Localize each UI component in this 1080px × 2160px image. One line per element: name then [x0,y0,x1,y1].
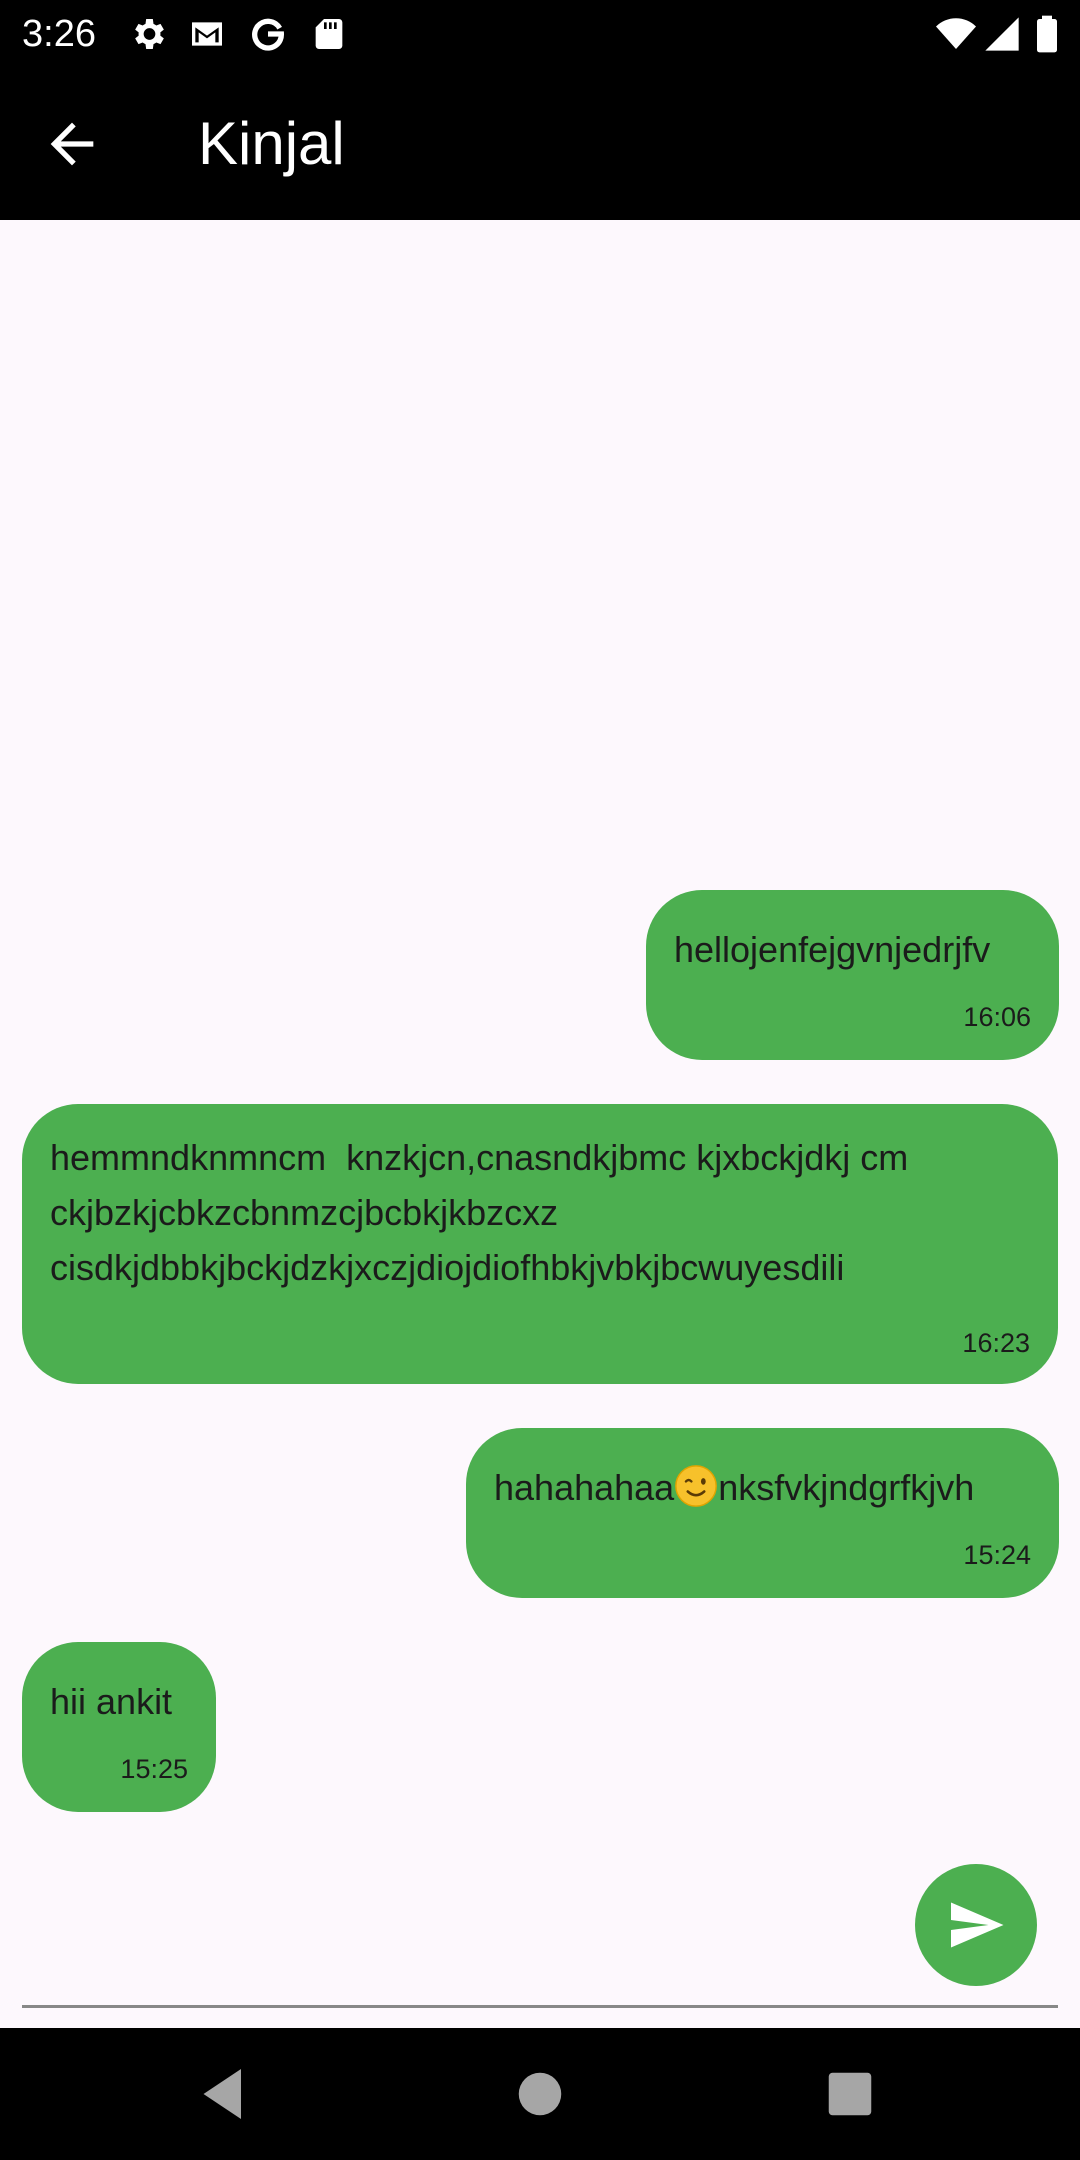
status-time: 3:26 [22,13,96,55]
back-triangle-icon[interactable] [196,2064,256,2124]
system-nav-bar [0,2028,1080,2160]
message-bubble-incoming[interactable]: hii ankit 15:25 [22,1642,216,1812]
recents-square-icon[interactable] [820,2064,880,2124]
message-time: 15:24 [963,1540,1031,1570]
battery-icon [1037,15,1057,53]
contact-name: Kinjal [198,110,345,177]
message-time: 16:06 [963,1002,1031,1032]
send-button[interactable] [915,1864,1037,1986]
message-bubble-outgoing[interactable]: hellojenfejgvnjedrjfv 16:06 [646,890,1059,1060]
message-list[interactable]: hellojenfejgvnjedrjfv 16:06 hemmndknmncm… [0,220,1080,2028]
send-icon [951,1902,1004,1948]
google-icon [252,18,285,51]
gmail-icon [192,22,222,46]
message-line: hemmndknmncm knzkjcn,cnasndkjbmc kjxbckj… [50,1137,909,1178]
sd-card-icon [315,19,343,49]
home-circle-icon[interactable] [510,2064,570,2124]
message-line: ckjbzkjcbkzcbnmzcjbcbkjkbzcxz [50,1192,559,1233]
message-text-after: nksfvkjndgrfkjvh [718,1467,975,1508]
message-text-before: hahahahaa [494,1467,675,1508]
wifi-icon [936,18,976,49]
message-line: cisdkjdbbkjbckjdzkjxczjdiojdiofhbkjvbkjb… [50,1247,845,1288]
input-underline [22,2005,1058,2008]
app-bar: Kinjal [0,68,1080,220]
message-text: hemmndknmncm knzkjcn,cnasndkjbmc kjxbckj… [50,1130,908,1295]
chat-screen: 3:26 Kinjal hellojenfejgvnjedrjfv 16:06 … [0,0,1080,2160]
message-time: 15:25 [120,1754,188,1784]
message-bubble-incoming[interactable]: hemmndknmncm knzkjcn,cnasndkjbmc kjxbckj… [22,1104,1058,1384]
message-text: hii ankit [50,1681,173,1722]
status-bar: 3:26 [0,0,1080,68]
winking-face-icon [675,1465,718,1507]
message-text: hahahahaa nksfvkjndgrfkjvh [494,1460,974,1515]
message-input[interactable] [22,1910,896,2002]
message-text: hellojenfejgvnjedrjfv [674,929,991,970]
message-time: 16:23 [962,1328,1030,1358]
message-bubble-outgoing[interactable]: hahahahaa nksfvkjndgrfkjvh 15:24 [466,1428,1059,1598]
signal-icon [985,17,1019,51]
settings-icon [135,19,164,49]
arrow-back-icon[interactable] [40,112,104,176]
